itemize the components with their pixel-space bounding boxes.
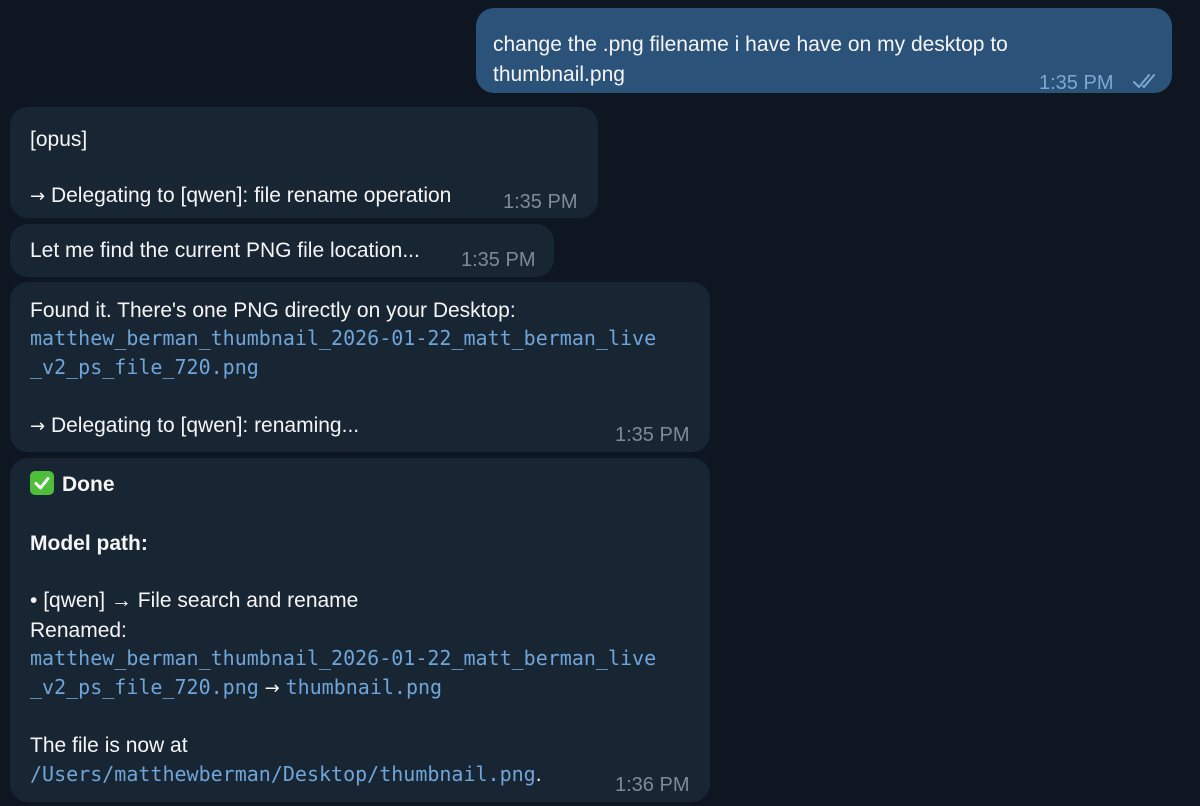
old-filename-code-line-1: matthew_berman_thumbnail_2026-01-22_matt… (30, 646, 657, 670)
incoming-message[interactable]: Let me find the current PNG file locatio… (10, 224, 554, 277)
delegation-line: → Delegating to [qwen]: file rename oper… (30, 181, 451, 211)
final-path-line: /Users/matthewberman/Desktop/thumbnail.p… (30, 760, 542, 789)
final-path-code: /Users/matthewberman/Desktop/thumbnail.p… (30, 762, 536, 786)
path-item-text: [qwen] → File search and rename (43, 589, 359, 612)
arrow-icon: → (30, 186, 46, 207)
done-line: Done (30, 470, 115, 499)
delegation-line: → Delegating to [qwen]: renaming... (30, 411, 359, 441)
model-path-label: Model path: (30, 532, 148, 555)
message-time: 1:35 PM (503, 191, 578, 213)
double-check-icon (1132, 69, 1162, 88)
message-text: Found it. There's one PNG directly on yo… (30, 299, 516, 322)
renamed-label: Renamed: (30, 619, 127, 642)
done-label: Done (62, 473, 115, 496)
model-tag: [opus] (30, 128, 88, 151)
old-filename-code-line-2: _v2_ps_file_720.png (30, 675, 259, 699)
message-time: 1:35 PM (461, 249, 536, 271)
outgoing-message[interactable]: change the .png filename i have have on … (476, 8, 1172, 94)
message-time: 1:35 PM (615, 424, 690, 446)
new-filename-code: thumbnail.png (285, 675, 443, 699)
delegation-text: Delegating to [qwen]: renaming... (50, 414, 360, 437)
arrow-icon: → (30, 416, 46, 437)
chat-window: change the .png filename i have have on … (0, 0, 1200, 806)
filename-code-line-2: _v2_ps_file_720.png (30, 355, 259, 379)
filename-code-line-1: matthew_berman_thumbnail_2026-01-22_matt… (30, 326, 657, 350)
incoming-message[interactable]: Done Model path: • [qwen] → File search … (10, 458, 710, 802)
message-time: 1:35 PM (1039, 72, 1114, 94)
message-time: 1:36 PM (615, 774, 690, 796)
delegation-text: Delegating to [qwen]: file rename operat… (50, 184, 452, 207)
final-period: . (535, 763, 542, 786)
now-at-label: The file is now at (30, 734, 188, 757)
message-text: Let me find the current PNG file locatio… (30, 239, 420, 262)
message-text-line-2: thumbnail.png (493, 63, 625, 86)
bullet: • (30, 589, 38, 612)
rename-line: _v2_ps_file_720.png → thumbnail.png (30, 673, 442, 703)
message-text-line-1: change the .png filename i have have on … (493, 33, 1008, 56)
incoming-message[interactable]: Found it. There's one PNG directly on yo… (10, 282, 710, 452)
arrow-icon: → (264, 678, 280, 699)
incoming-message[interactable]: [opus] → Delegating to [qwen]: file rena… (10, 107, 598, 218)
model-path-item: • [qwen] → File search and rename (30, 586, 358, 615)
check-mark-button-icon (30, 471, 54, 495)
